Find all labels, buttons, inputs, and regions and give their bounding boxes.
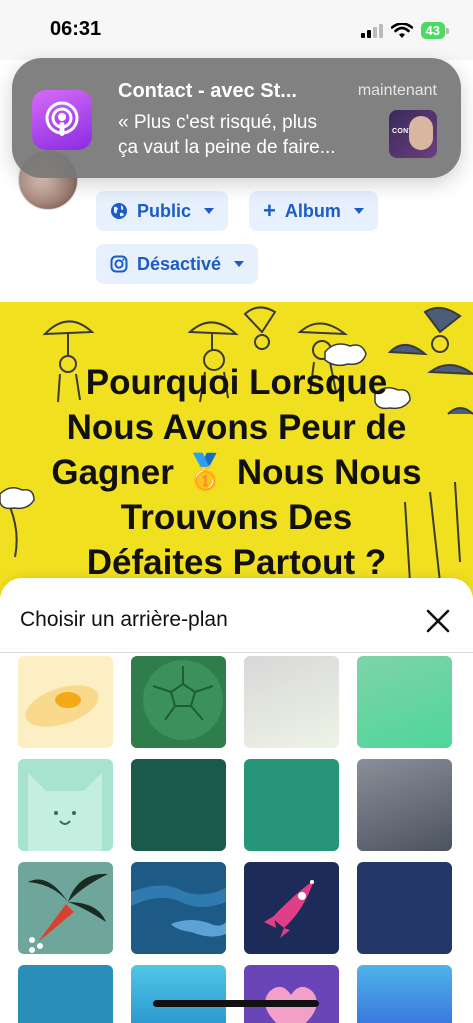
background-tile-blue-gradient[interactable] <box>357 965 452 1023</box>
background-tile-navy[interactable] <box>357 862 452 954</box>
background-tile-blue-teal[interactable] <box>18 965 113 1023</box>
background-tile-cat[interactable] <box>18 759 113 851</box>
audience-label: Public <box>137 200 192 221</box>
chevron-down-icon <box>204 208 215 214</box>
close-icon[interactable] <box>421 604 455 638</box>
post-text-line: Pourquoi Lorsque <box>85 363 388 402</box>
podcast-icon <box>32 90 92 150</box>
instagram-share-button[interactable]: Désactivé <box>96 244 259 284</box>
cellular-signal-icon <box>360 23 383 38</box>
notification-time: maintenant <box>357 82 437 99</box>
background-tile-cyan-wave[interactable] <box>131 965 226 1023</box>
background-tile-teal[interactable] <box>244 759 339 851</box>
album-label: Album <box>284 200 341 221</box>
audience-selector-button[interactable]: Public <box>96 191 229 231</box>
home-indicator[interactable] <box>153 1000 319 1007</box>
background-tile-tropical-leaf[interactable] <box>18 862 113 954</box>
episode-thumbnail: CONTACT <box>389 110 437 158</box>
notification-body-line: ça vaut la peine de faire... <box>118 137 336 158</box>
background-tile-purple-heart[interactable] <box>244 965 339 1023</box>
podcast-notification[interactable]: Contact - avec St... maintenant « Plus c… <box>12 58 461 178</box>
album-button[interactable]: + Album <box>249 191 378 231</box>
notification-title: Contact - avec St... <box>118 80 297 102</box>
post-text[interactable]: Pourquoi Lorsque Nous Avons Peur de Gagn… <box>0 360 473 585</box>
battery-indicator: 43 <box>420 22 450 39</box>
background-tile-slate-gradient[interactable] <box>357 759 452 851</box>
host-photo <box>409 116 433 150</box>
instagram-icon <box>110 255 128 273</box>
status-icons: 43 <box>360 22 450 39</box>
background-tile-rocket[interactable] <box>244 862 339 954</box>
plus-icon: + <box>263 198 276 223</box>
wifi-icon <box>390 22 413 38</box>
background-tile-gray-gradient[interactable] <box>244 656 339 748</box>
chevron-down-icon <box>353 208 364 214</box>
chevron-down-icon <box>234 261 245 267</box>
status-time: 06:31 <box>50 18 102 40</box>
background-tile-dark-green[interactable] <box>131 759 226 851</box>
background-picker-sheet: Choisir un arrière-plan <box>0 578 473 1023</box>
notification-body-line: « Plus c'est risqué, plus <box>118 112 317 133</box>
status-bar: 06:31 43 <box>0 0 473 60</box>
background-tile-football[interactable] <box>131 656 226 748</box>
instagram-label: Désactivé <box>137 253 222 274</box>
background-tile-egg[interactable] <box>18 656 113 748</box>
post-text-line: Trouvons Des <box>120 498 353 537</box>
background-tile-mint-gradient[interactable] <box>357 656 452 748</box>
post-preview[interactable]: Pourquoi Lorsque Nous Avons Peur de Gagn… <box>0 302 473 598</box>
notification-body: « Plus c'est risqué, plus ça vaut la pei… <box>118 110 378 160</box>
sheet-divider <box>0 652 473 653</box>
sheet-title: Choisir un arrière-plan <box>20 608 228 631</box>
post-text-line: Gagner 🥇 Nous Nous <box>51 453 422 492</box>
post-text-line: Nous Avons Peur de <box>66 408 407 447</box>
globe-icon <box>111 203 127 219</box>
background-tile-ocean-waves[interactable] <box>131 862 226 954</box>
